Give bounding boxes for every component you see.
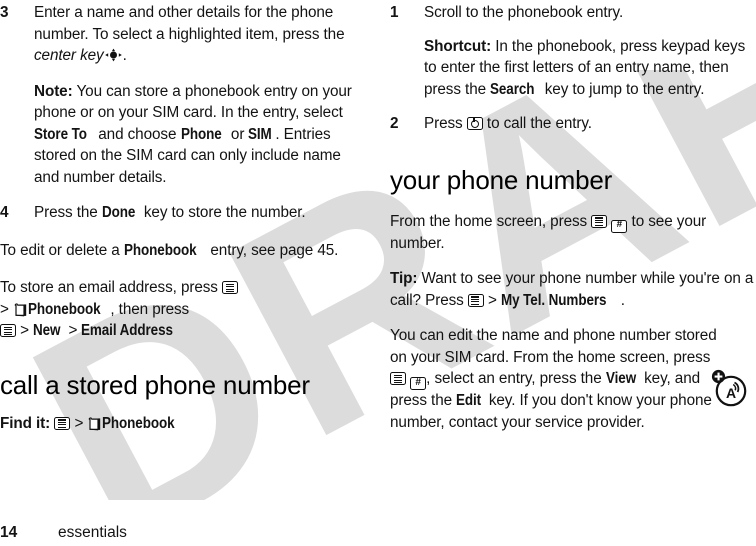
step-2-text: Press to call the entry. [424, 113, 756, 135]
from-home-screen-paragraph: From the home screen, press # to see you… [390, 211, 756, 255]
svg-text:A: A [726, 385, 736, 401]
tip-text-c: . [620, 291, 625, 309]
pound-key-glyph: # [616, 219, 623, 230]
section-heading-your-phone-number: your phone number [390, 164, 613, 195]
step-3: 3 Enter a name and other details for the… [0, 2, 358, 67]
step-2-text-a: Press [424, 115, 467, 132]
step-3-text-b: . [122, 47, 127, 64]
shortcut-keyword-search: Search [490, 80, 535, 98]
note-keyword-sim: SIM [248, 125, 273, 143]
shortcut-paragraph: Shortcut: In the phonebook, press keypad… [424, 36, 756, 101]
email-text-a: To store an email address, press [0, 279, 223, 296]
step-2-text-b: to call the entry. [482, 115, 592, 132]
note-text-c: or [226, 125, 249, 143]
page-footer: 14 essentials [0, 524, 127, 542]
phonebook-icon [13, 302, 28, 316]
step-1-text: Scroll to the phonebook entry. [424, 4, 624, 21]
step-4-keyword-done: Done [101, 204, 136, 221]
from-home-text-a: From the home screen, press [390, 212, 592, 230]
step-4-number: 4 [0, 204, 9, 221]
tip-label: Tip: [390, 270, 418, 287]
edit-sim-text-c: , select an entry, press the [426, 370, 606, 387]
step-4-text-a: Press the [34, 204, 102, 221]
edit-sim-keyword-edit: Edit [456, 392, 482, 409]
email-keyword-phonebook: Phonebook [27, 300, 101, 318]
note-keyword-phone: Phone [180, 125, 222, 143]
step-4-text: Press the Done key to store the number. [34, 202, 358, 224]
menu-key-icon-4 [591, 214, 608, 228]
antenna-plus-icon: A [711, 369, 747, 407]
tip-text-b: > [483, 291, 502, 309]
page-number: 14 [0, 524, 18, 541]
email-text-e: > [64, 322, 82, 339]
shortcut-text-b: key to jump to the entry. [540, 80, 705, 98]
email-keyword-email-address: Email Address [81, 322, 174, 339]
shortcut-label: Shortcut: [424, 37, 492, 55]
find-it-separator: > [70, 414, 88, 432]
note-keyword-store-to: Store To [34, 125, 87, 143]
step-2-number: 2 [390, 115, 399, 132]
find-it-label: Find it: [0, 414, 51, 432]
edit-sim-keyword-view: View [605, 370, 636, 387]
right-column: 1 Scroll to the phonebook entry. Shortcu… [390, 0, 756, 433]
edit-delete-paragraph: To edit or delete a Phonebook entry, see… [0, 240, 358, 262]
note-text-b: and choose [94, 125, 181, 143]
menu-key-icon-6 [390, 372, 406, 385]
call-key-icon [466, 117, 483, 130]
left-column: 3 Enter a name and other details for the… [0, 0, 358, 434]
edit-sim-paragraph: You can edit the name and phone number s… [390, 325, 728, 433]
pound-key-icon: # [611, 219, 628, 233]
menu-key-icon-2 [0, 324, 16, 337]
step-2: 2 Press to call the entry. [390, 113, 756, 135]
edit-delete-text-b: entry, see page 45. [206, 241, 339, 259]
find-it-line: Find it: > Phonebook [0, 413, 358, 435]
step-3-text: Enter a name and other details for the p… [34, 2, 358, 67]
step-3-text-a: Enter a name and other details for the p… [34, 4, 345, 43]
menu-key-icon [222, 281, 239, 294]
phonebook-icon-2 [87, 416, 102, 430]
edit-delete-keyword-phonebook: Phonebook [123, 241, 197, 259]
edit-delete-text-a: To edit or delete a [0, 241, 124, 259]
center-key-icon [104, 47, 123, 62]
pound-key-glyph-2: # [415, 376, 421, 388]
step-4-text-b: key to store the number. [139, 204, 306, 221]
step-3-number: 3 [0, 4, 9, 21]
menu-key-icon-5 [467, 293, 484, 307]
tip-keyword-my-tel-numbers: My Tel. Numbers [501, 291, 607, 309]
step-4: 4 Press the Done key to store the number… [0, 202, 358, 224]
manual-page: DRAFT 3 Enter a name and other details f… [0, 0, 756, 546]
email-text-c: , then press [110, 300, 190, 318]
email-text-b: > [0, 300, 13, 318]
menu-key-icon-3 [54, 416, 71, 430]
step-1: 1 Scroll to the phonebook entry. [390, 2, 756, 24]
pound-key-icon-2: # [410, 376, 427, 390]
email-text-d: > [16, 322, 34, 339]
chapter-name: essentials [58, 524, 127, 541]
edit-sim-text-a: You can edit the name and phone number s… [390, 327, 717, 366]
section-heading-call-stored-number: call a stored phone number [0, 369, 310, 400]
note-paragraph: Note: You can store a phonebook entry on… [34, 81, 358, 189]
note-text-a: You can store a phonebook entry on your … [34, 82, 352, 122]
step-3-emphasis: center key [34, 47, 104, 64]
find-it-keyword-phonebook: Phonebook [102, 414, 175, 432]
note-label: Note: [34, 82, 73, 100]
step-1-number: 1 [390, 4, 399, 21]
tip-paragraph: Tip: Want to see your phone number while… [390, 268, 756, 311]
email-keyword-new: New [33, 322, 61, 339]
email-address-paragraph: To store an email address, press > Phone… [0, 277, 358, 342]
